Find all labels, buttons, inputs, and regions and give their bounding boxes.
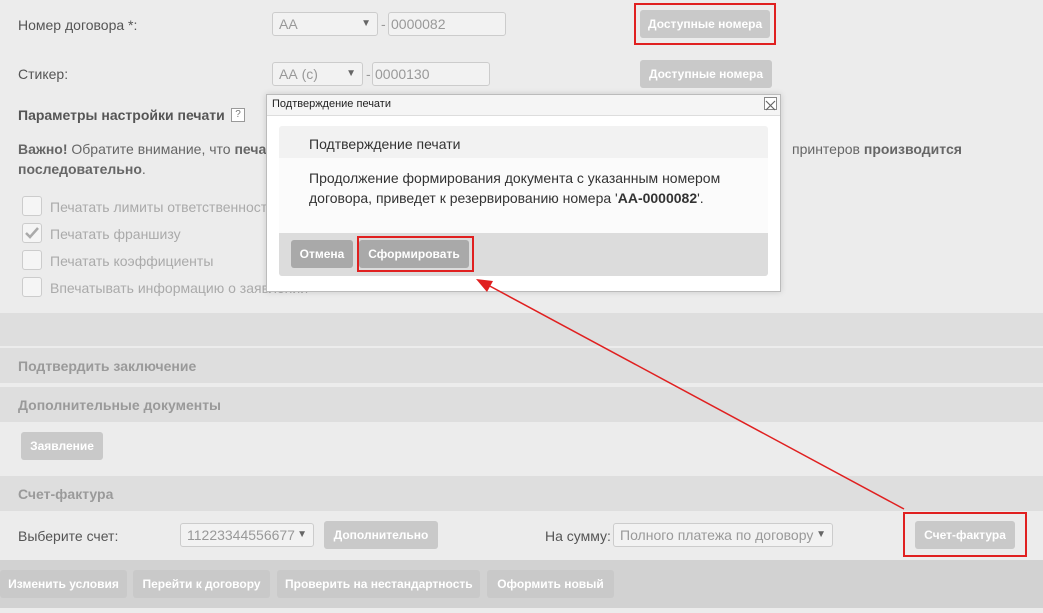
annotation-arrow — [476, 279, 905, 510]
